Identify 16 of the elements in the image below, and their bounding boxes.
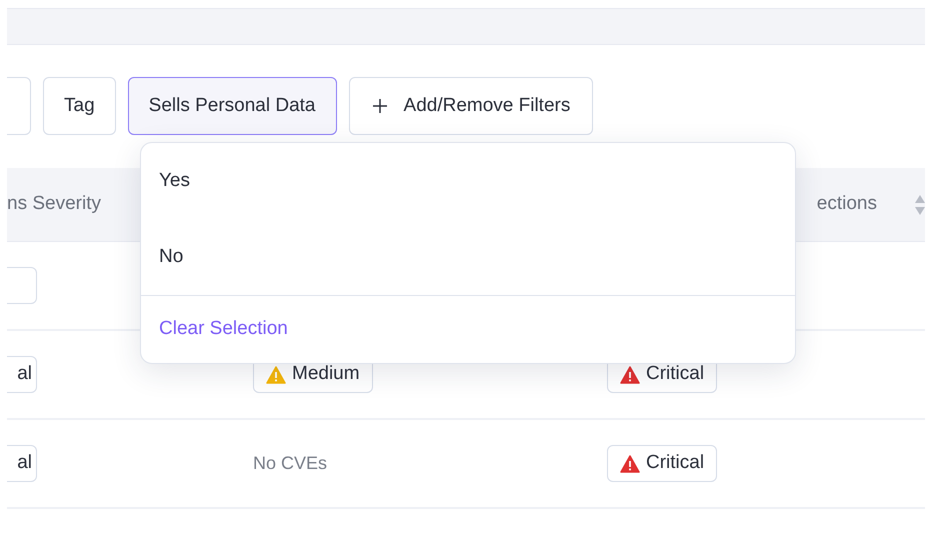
add-filters-button[interactable]: Add/Remove Filters bbox=[348, 77, 594, 135]
severity-badge bbox=[7, 267, 37, 304]
severity-badge: al bbox=[7, 445, 37, 482]
severity-badge: al bbox=[7, 356, 37, 393]
filter-button[interactable]: Sells Personal Data bbox=[128, 77, 337, 135]
table-cell: No CVEs bbox=[253, 453, 328, 473]
dropdown-option[interactable]: No bbox=[141, 219, 795, 295]
sort-icon bbox=[915, 194, 925, 216]
column-header: ns Severity bbox=[7, 192, 101, 216]
filter-button[interactable] bbox=[7, 77, 31, 135]
plus-icon bbox=[372, 98, 388, 114]
column-header: ections bbox=[816, 192, 877, 216]
severity-badge: Critical bbox=[607, 445, 718, 482]
filter-button[interactable]: Tag bbox=[43, 77, 116, 135]
dropdown-option[interactable]: Yes bbox=[141, 143, 795, 219]
clear-selection-link[interactable]: Clear Selection bbox=[159, 315, 288, 344]
